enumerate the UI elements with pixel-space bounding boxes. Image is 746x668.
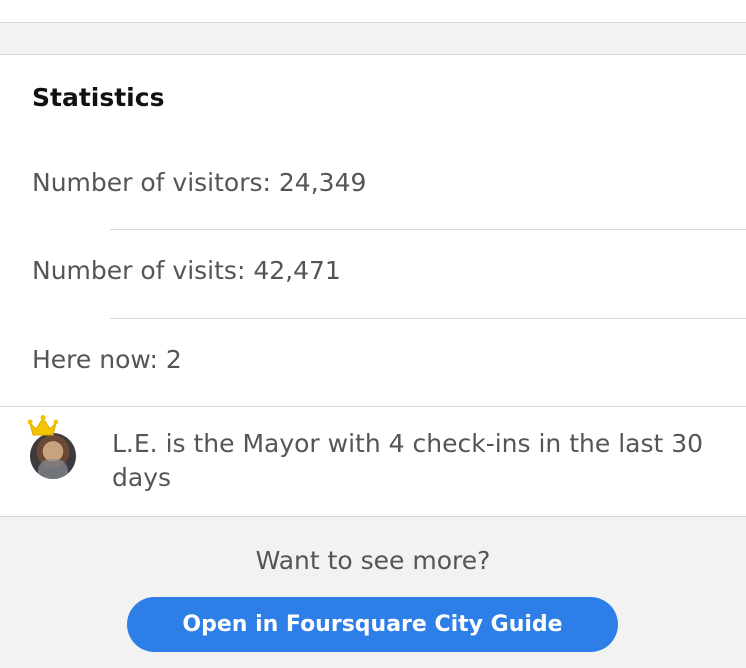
mayor-text: L.E. is the Mayor with 4 check-ins in th… [112,429,704,492]
crown-icon [28,415,58,436]
mayor-avatar-wrap[interactable] [28,415,84,479]
visitors-count: Number of visitors: 24,349 [32,168,367,197]
statistics-card: Statistics Number of visitors: 24,349 Nu… [0,55,746,406]
divider [110,318,746,319]
mayor-row[interactable]: L.E. is the Mayor with 4 check-ins in th… [0,407,746,517]
open-in-foursquare-button[interactable]: Open in Foursquare City Guide [127,597,618,652]
see-more-prompt: Want to see more? [255,546,491,575]
visits-count: Number of visits: 42,471 [32,256,341,285]
section-gap [0,23,746,55]
statistics-title: Statistics [32,83,165,112]
here-now-count: Here now: 2 [32,345,182,374]
top-section-edge [0,0,746,23]
avatar[interactable] [30,433,76,479]
divider [110,229,746,230]
